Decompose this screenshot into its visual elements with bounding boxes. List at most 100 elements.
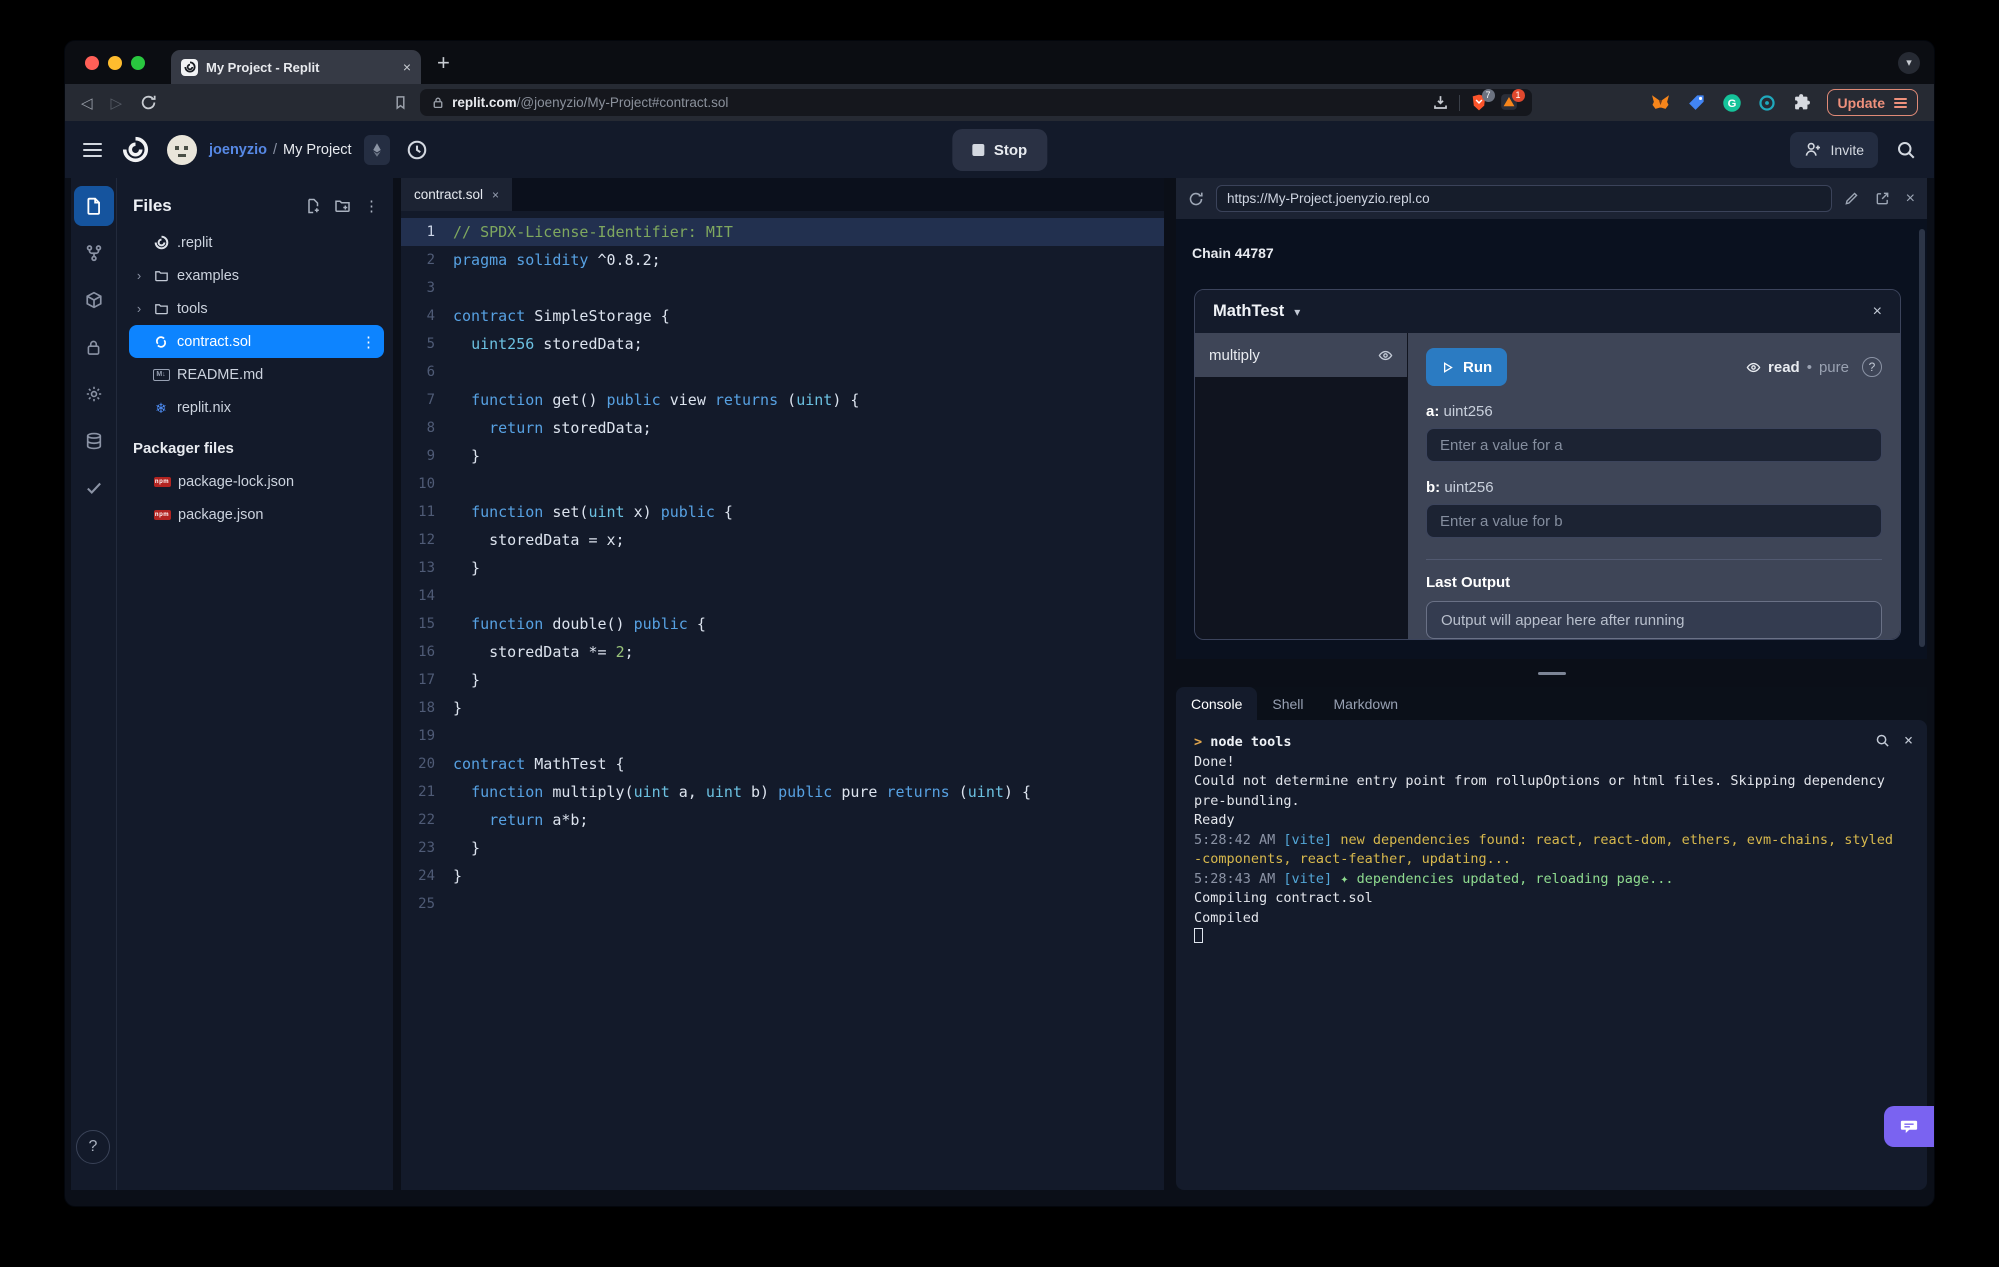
close-window-button[interactable] <box>85 55 99 70</box>
files-menu-kebab-icon[interactable]: ⋮ <box>364 197 379 215</box>
metamask-icon[interactable] <box>1650 93 1671 113</box>
invite-button[interactable]: Invite <box>1789 131 1878 168</box>
editor-tab-close-icon[interactable]: × <box>492 188 499 202</box>
console-search-icon[interactable] <box>1875 733 1890 748</box>
maximize-window-button[interactable] <box>131 55 145 70</box>
code-line-18[interactable]: 18} <box>401 694 1164 722</box>
extensions-puzzle-icon[interactable] <box>1792 93 1811 112</box>
code-line-7[interactable]: 7 function get() public view returns (ui… <box>401 386 1164 414</box>
file-item-readme-md[interactable]: M↓ README.md ⋮ <box>129 358 384 391</box>
bookmark-icon[interactable] <box>393 95 408 110</box>
breadcrumb-username[interactable]: joenyzio <box>209 142 267 158</box>
tab-search-button[interactable]: ▾ <box>1898 51 1920 74</box>
code-line-5[interactable]: 5 uint256 storedData; <box>401 330 1164 358</box>
tab-shell[interactable]: Shell <box>1257 687 1318 720</box>
rail-database-icon[interactable] <box>74 421 114 461</box>
brave-shield-icon[interactable]: 7 <box>1470 88 1495 113</box>
code-line-24[interactable]: 24} <box>401 862 1164 890</box>
file-kebab-icon[interactable]: ⋮ <box>361 333 376 351</box>
rail-secrets-icon[interactable] <box>74 327 114 367</box>
webview-refresh-icon[interactable] <box>1188 191 1204 207</box>
file-item-tools[interactable]: › tools ⋮ <box>129 292 384 325</box>
webview-scrollbar[interactable] <box>1919 229 1925 647</box>
webview-open-external-icon[interactable] <box>1875 191 1890 206</box>
rail-version-control-icon[interactable] <box>74 233 114 273</box>
code-line-1[interactable]: 1 // SPDX-License-Identifier: MIT <box>401 218 1164 246</box>
method-multiply[interactable]: multiply <box>1195 333 1407 377</box>
code-area[interactable]: 1 // SPDX-License-Identifier: MIT 2 pragma … <box>401 211 1164 1190</box>
add-folder-icon[interactable] <box>334 198 351 214</box>
code-line-9[interactable]: 9 } <box>401 442 1164 470</box>
code-line-10[interactable]: 10 <box>401 470 1164 498</box>
browser-tab[interactable]: My Project - Replit × <box>171 50 421 84</box>
code-line-2[interactable]: 2 pragma solidity ^0.8.2; <box>401 246 1164 274</box>
code-line-17[interactable]: 17 } <box>401 666 1164 694</box>
editor-tab-contract-sol[interactable]: contract.sol × <box>401 178 513 211</box>
contract-close-icon[interactable]: × <box>1873 303 1882 321</box>
back-button[interactable]: ◁ <box>81 94 93 112</box>
packager-item-package-lock-json[interactable]: npm package-lock.json <box>129 465 384 498</box>
new-tab-button[interactable]: + <box>437 50 450 76</box>
add-file-icon[interactable] <box>305 198 321 214</box>
code-line-20[interactable]: 20 contract MathTest { <box>401 750 1164 778</box>
drag-handle[interactable] <box>1537 671 1566 675</box>
tab-console[interactable]: Console <box>1176 687 1258 720</box>
forward-button[interactable]: ▷ <box>111 94 123 112</box>
chat-button[interactable] <box>1884 1106 1934 1147</box>
code-line-6[interactable]: 6 <box>401 358 1164 386</box>
webview-url-input[interactable]: https://My-Project.joenyzio.repl.co <box>1216 185 1832 212</box>
tab-markdown[interactable]: Markdown <box>1319 687 1414 720</box>
code-line-15[interactable]: 15 function double() public { <box>401 610 1164 638</box>
grammarly-icon[interactable]: G <box>1722 93 1742 113</box>
panel-resize-gap[interactable] <box>1176 659 1927 687</box>
contract-dropdown-caret-icon[interactable]: ▾ <box>1294 305 1300 319</box>
console-output[interactable]: × > node tools Done! Could not determine e… <box>1176 720 1927 1190</box>
code-line-21[interactable]: 21 function multiply(uint a, uint b) pub… <box>401 778 1164 806</box>
folder-chevron-icon[interactable]: › <box>133 268 145 283</box>
history-icon[interactable] <box>406 139 428 161</box>
code-line-13[interactable]: 13 } <box>401 554 1164 582</box>
breadcrumb-project[interactable]: My Project <box>283 142 352 158</box>
code-line-4[interactable]: 4 contract SimpleStorage { <box>401 302 1164 330</box>
search-icon[interactable] <box>1896 140 1916 160</box>
replit-logo-icon[interactable] <box>122 136 149 163</box>
code-line-14[interactable]: 14 <box>401 582 1164 610</box>
code-line-8[interactable]: 8 return storedData; <box>401 414 1164 442</box>
arg-a-input[interactable] <box>1426 428 1882 462</box>
arg-b-input[interactable] <box>1426 504 1882 538</box>
console-clear-icon[interactable]: × <box>1904 731 1913 749</box>
save-page-icon[interactable] <box>1432 94 1449 111</box>
run-button[interactable]: Run <box>1426 348 1508 386</box>
tag-extension-icon[interactable] <box>1687 93 1706 112</box>
packager-item-package-json[interactable]: npm package.json <box>129 498 384 531</box>
browser-update-button[interactable]: Update <box>1826 89 1918 116</box>
help-button[interactable]: ? <box>76 1130 110 1164</box>
code-line-23[interactable]: 23 } <box>401 834 1164 862</box>
file-item-examples[interactable]: › examples ⋮ <box>129 259 384 292</box>
file-item-contract-sol[interactable]: contract.sol ⋮ <box>129 325 384 358</box>
stop-button[interactable]: Stop <box>951 129 1048 171</box>
code-line-12[interactable]: 12 storedData = x; <box>401 526 1164 554</box>
rail-packages-icon[interactable] <box>74 280 114 320</box>
reload-button[interactable] <box>140 94 157 111</box>
url-bar[interactable]: replit.com /@joenyzio/My-Project#contrac… <box>420 88 1532 116</box>
code-line-19[interactable]: 19 <box>401 722 1164 750</box>
teal-ring-extension-icon[interactable] <box>1758 94 1776 112</box>
webview-edit-icon[interactable] <box>1844 191 1859 206</box>
webview-close-icon[interactable]: × <box>1906 190 1915 208</box>
minimize-window-button[interactable] <box>108 55 122 70</box>
help-badge[interactable]: ? <box>1862 357 1882 377</box>
file-item-replit-nix[interactable]: ❄ replit.nix ⋮ <box>129 391 384 424</box>
tab-close-icon[interactable]: × <box>403 59 411 75</box>
avatar[interactable] <box>167 134 197 165</box>
code-line-25[interactable]: 25 <box>401 890 1164 918</box>
app-menu-icon[interactable] <box>83 142 102 157</box>
code-line-3[interactable]: 3 <box>401 274 1164 302</box>
rail-files-icon[interactable] <box>73 186 114 226</box>
rail-settings-icon[interactable] <box>74 374 114 414</box>
adblock-shield-icon[interactable]: 1 <box>1500 88 1525 113</box>
folder-chevron-icon[interactable]: › <box>133 301 145 316</box>
file-item--replit[interactable]: .replit ⋮ <box>129 226 384 259</box>
code-line-11[interactable]: 11 function set(uint x) public { <box>401 498 1164 526</box>
code-line-22[interactable]: 22 return a*b; <box>401 806 1164 834</box>
